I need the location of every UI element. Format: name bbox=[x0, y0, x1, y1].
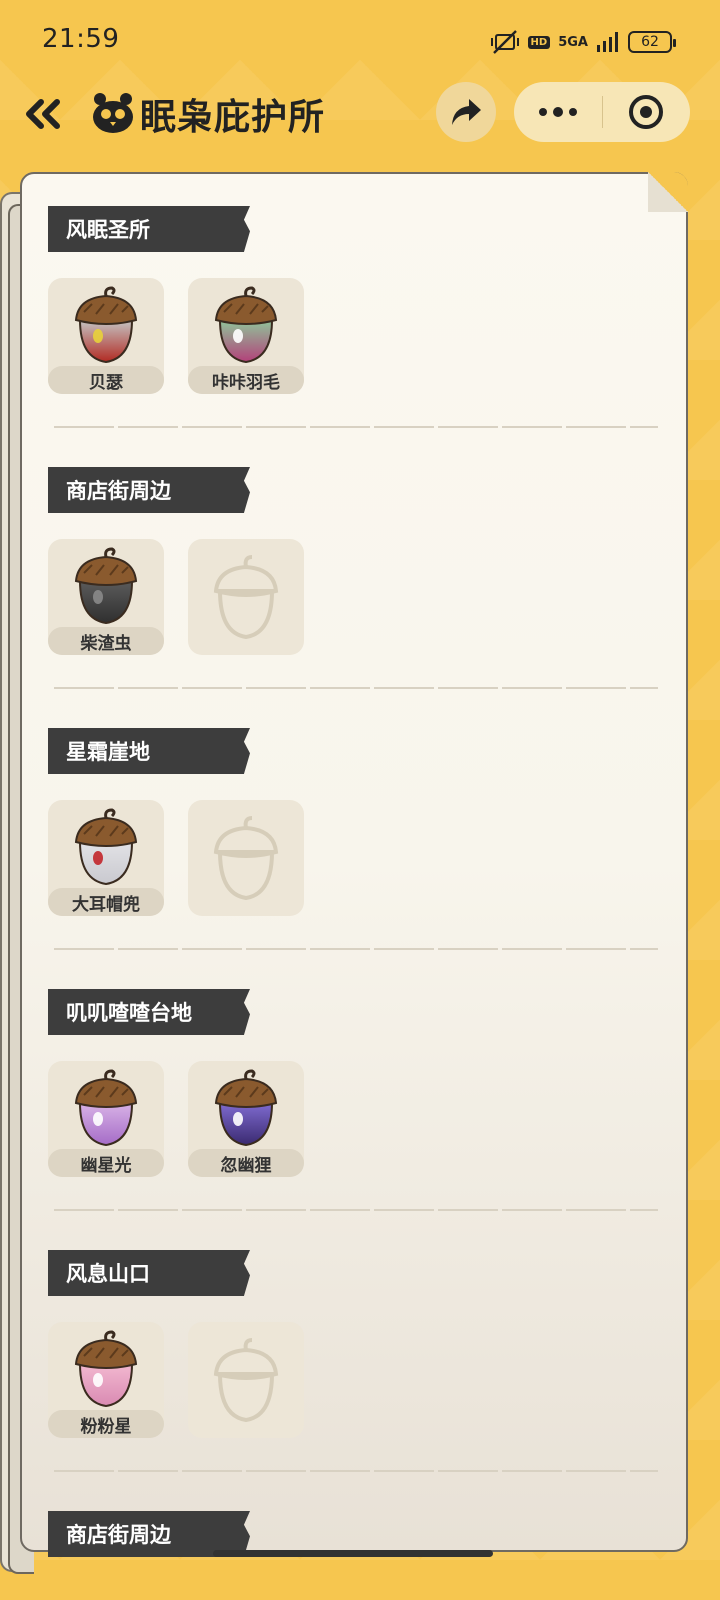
creature-card[interactable]: 贝瑟 bbox=[48, 278, 164, 394]
region-title: 风眠圣所 bbox=[48, 206, 250, 252]
more-dots-icon bbox=[538, 107, 577, 117]
section-divider bbox=[54, 948, 658, 950]
acorn-capsule-icon bbox=[72, 1067, 140, 1147]
section-divider bbox=[54, 687, 658, 689]
status-icons: HD 5GA 62 bbox=[490, 26, 676, 58]
target-close-icon bbox=[629, 95, 664, 129]
section-divider bbox=[54, 1209, 658, 1211]
region-section: 风息山口 粉粉星 bbox=[48, 1250, 658, 1438]
home-indicator[interactable] bbox=[213, 1550, 493, 1557]
page-title: 眠枭庇护所 bbox=[140, 97, 326, 138]
acorn-capsule-icon bbox=[72, 545, 140, 625]
creature-card[interactable]: 大耳帽兜 bbox=[48, 800, 164, 916]
empty-acorn-icon bbox=[212, 1336, 280, 1423]
region-title: 风息山口 bbox=[48, 1250, 250, 1296]
acorn-capsule-icon bbox=[212, 284, 280, 364]
share-arrow-icon bbox=[452, 99, 481, 125]
share-button[interactable] bbox=[436, 82, 496, 142]
hd-badge: HD bbox=[527, 35, 551, 49]
acorn-capsule-icon bbox=[72, 806, 140, 886]
region-title: 星霜崖地 bbox=[48, 728, 250, 774]
creature-grid: 粉粉星 bbox=[48, 1322, 658, 1438]
creature-name: 咔咔羽毛 bbox=[188, 366, 304, 394]
region-section: 风眠圣所贝瑟 咔咔羽毛 bbox=[48, 206, 658, 394]
creature-card[interactable]: 忽幽狸 bbox=[188, 1061, 304, 1177]
creature-card[interactable]: 幽星光 bbox=[48, 1061, 164, 1177]
acorn-capsule-icon bbox=[72, 284, 140, 364]
miniapp-capsule bbox=[514, 82, 690, 142]
mute-vibrate-icon bbox=[490, 29, 520, 55]
creature-grid: 大耳帽兜 bbox=[48, 800, 658, 916]
empty-slot-card bbox=[188, 539, 304, 655]
more-button[interactable] bbox=[514, 82, 602, 142]
creature-grid: 柴渣虫 bbox=[48, 539, 658, 655]
acorn-capsule-icon bbox=[212, 1067, 280, 1147]
empty-slot-card bbox=[188, 1322, 304, 1438]
creature-name: 柴渣虫 bbox=[48, 627, 164, 655]
creature-card[interactable]: 粉粉星 bbox=[48, 1322, 164, 1438]
owl-logo-icon bbox=[90, 90, 136, 136]
acorn-capsule-icon bbox=[72, 1328, 140, 1408]
creature-name: 粉粉星 bbox=[48, 1410, 164, 1438]
back-button[interactable] bbox=[20, 90, 68, 138]
creature-grid: 幽星光 忽幽狸 bbox=[48, 1061, 658, 1177]
region-section: 商店街周边 柴渣虫 bbox=[48, 467, 658, 655]
region-title: 叽叽喳喳台地 bbox=[48, 989, 250, 1035]
signal-icon bbox=[596, 31, 620, 53]
creature-name: 贝瑟 bbox=[48, 366, 164, 394]
creature-name: 大耳帽兜 bbox=[48, 888, 164, 916]
header: 眠枭庇护所 bbox=[0, 80, 720, 150]
status-bar: 21:59 HD 5GA 62 bbox=[0, 0, 720, 80]
creature-name: 忽幽狸 bbox=[188, 1149, 304, 1177]
double-chevron-left-icon bbox=[26, 99, 60, 129]
network-type: 5GA bbox=[558, 34, 588, 50]
close-miniapp-button[interactable] bbox=[603, 82, 691, 142]
battery-indicator: 62 bbox=[628, 31, 676, 53]
creature-card[interactable]: 柴渣虫 bbox=[48, 539, 164, 655]
empty-acorn-icon bbox=[212, 553, 280, 640]
status-time: 21:59 bbox=[42, 24, 120, 54]
section-divider bbox=[54, 426, 658, 428]
section-divider bbox=[54, 1470, 658, 1472]
creature-name: 幽星光 bbox=[48, 1149, 164, 1177]
empty-slot-card bbox=[188, 800, 304, 916]
empty-acorn-icon bbox=[212, 814, 280, 901]
creature-card[interactable]: 咔咔羽毛 bbox=[188, 278, 304, 394]
region-title: 商店街周边 bbox=[48, 467, 250, 513]
region-section: 星霜崖地 大耳帽兜 bbox=[48, 728, 658, 916]
region-section: 叽叽喳喳台地幽星光 忽幽狸 bbox=[48, 989, 658, 1177]
creature-grid: 贝瑟 咔咔羽毛 bbox=[48, 278, 658, 394]
